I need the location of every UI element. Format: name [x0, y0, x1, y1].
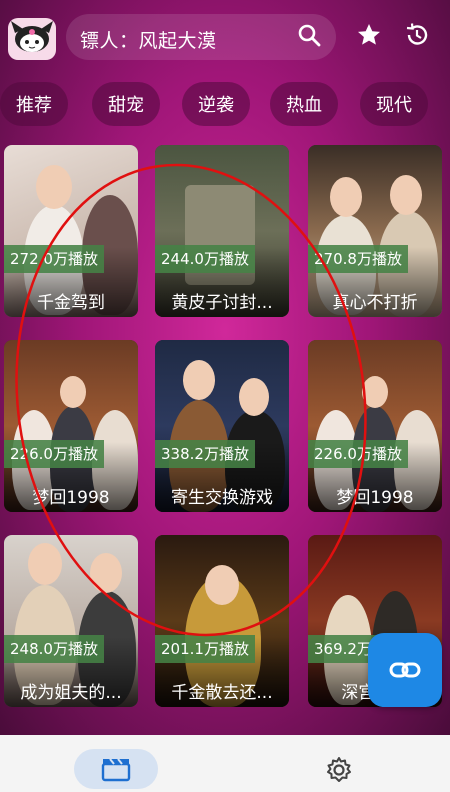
poster-face — [390, 175, 422, 215]
poster-face — [239, 378, 269, 416]
poster-face — [205, 565, 239, 605]
tab-hot-blooded[interactable]: 热血 — [270, 82, 338, 126]
card-title: 寄生交换游戏 — [171, 488, 273, 508]
card-title: 成为姐夫的... — [20, 683, 122, 703]
play-count: 272.0万播放 — [4, 245, 104, 273]
poster-face — [90, 553, 122, 593]
drama-card[interactable]: 338.2万播放 寄生交换游戏 — [155, 340, 289, 512]
play-count: 248.0万播放 — [4, 635, 104, 663]
play-count: 338.2万播放 — [155, 440, 255, 468]
drama-card[interactable]: 201.1万播放 千金散去还... — [155, 535, 289, 707]
poster-face — [28, 543, 62, 585]
poster-face — [330, 177, 362, 217]
card-title: 梦回1998 — [336, 488, 414, 508]
poster-face — [36, 165, 72, 209]
card-title: 真心不打折 — [332, 293, 418, 313]
search-icon[interactable] — [294, 20, 324, 50]
nav-home-button[interactable] — [74, 749, 158, 789]
clapperboard-icon — [101, 758, 131, 782]
drama-card[interactable]: 226.0万播放 梦回1998 — [308, 340, 442, 512]
tab-modern[interactable]: 现代 — [360, 82, 428, 126]
category-tabs: 推荐 甜宠 逆袭 热血 现代 — [0, 80, 450, 128]
app-screen: 镖人：风起大漠 推荐 甜宠 逆袭 热血 现代 272.0万播放 千金驾到 244… — [0, 0, 450, 735]
poster-face — [60, 376, 86, 408]
card-title: 黄皮子讨封... — [171, 293, 273, 313]
tab-recommend[interactable]: 推荐 — [0, 82, 68, 126]
poster-face — [183, 360, 215, 400]
play-count: 226.0万播放 — [308, 440, 408, 468]
bottom-nav — [0, 735, 450, 792]
tab-sweet-romance[interactable]: 甜宠 — [92, 82, 160, 126]
drama-card[interactable]: 226.0万播放 梦回1998 — [4, 340, 138, 512]
drama-card[interactable]: 248.0万播放 成为姐夫的... — [4, 535, 138, 707]
drama-card[interactable]: 244.0万播放 黄皮子讨封... — [155, 145, 289, 317]
play-count: 270.8万播放 — [308, 245, 408, 273]
gear-icon[interactable] — [324, 755, 354, 785]
play-count: 244.0万播放 — [155, 245, 255, 273]
link-button[interactable] — [368, 633, 442, 707]
card-title: 千金散去还... — [171, 683, 273, 703]
tab-comeback[interactable]: 逆袭 — [182, 82, 250, 126]
top-bar: 镖人：风起大漠 — [0, 0, 450, 78]
play-count: 201.1万播放 — [155, 635, 255, 663]
play-count: 226.0万播放 — [4, 440, 104, 468]
drama-card[interactable]: 270.8万播放 真心不打折 — [308, 145, 442, 317]
history-icon[interactable] — [402, 20, 432, 50]
search-text: 镖人：风起大漠 — [80, 30, 217, 52]
drama-card[interactable]: 272.0万播放 千金驾到 — [4, 145, 138, 317]
card-title: 梦回1998 — [32, 488, 110, 508]
kuromi-logo-icon — [8, 18, 56, 60]
card-title: 千金驾到 — [37, 293, 105, 313]
star-icon[interactable] — [354, 20, 384, 50]
poster-face — [362, 376, 388, 408]
link-icon — [389, 662, 421, 678]
